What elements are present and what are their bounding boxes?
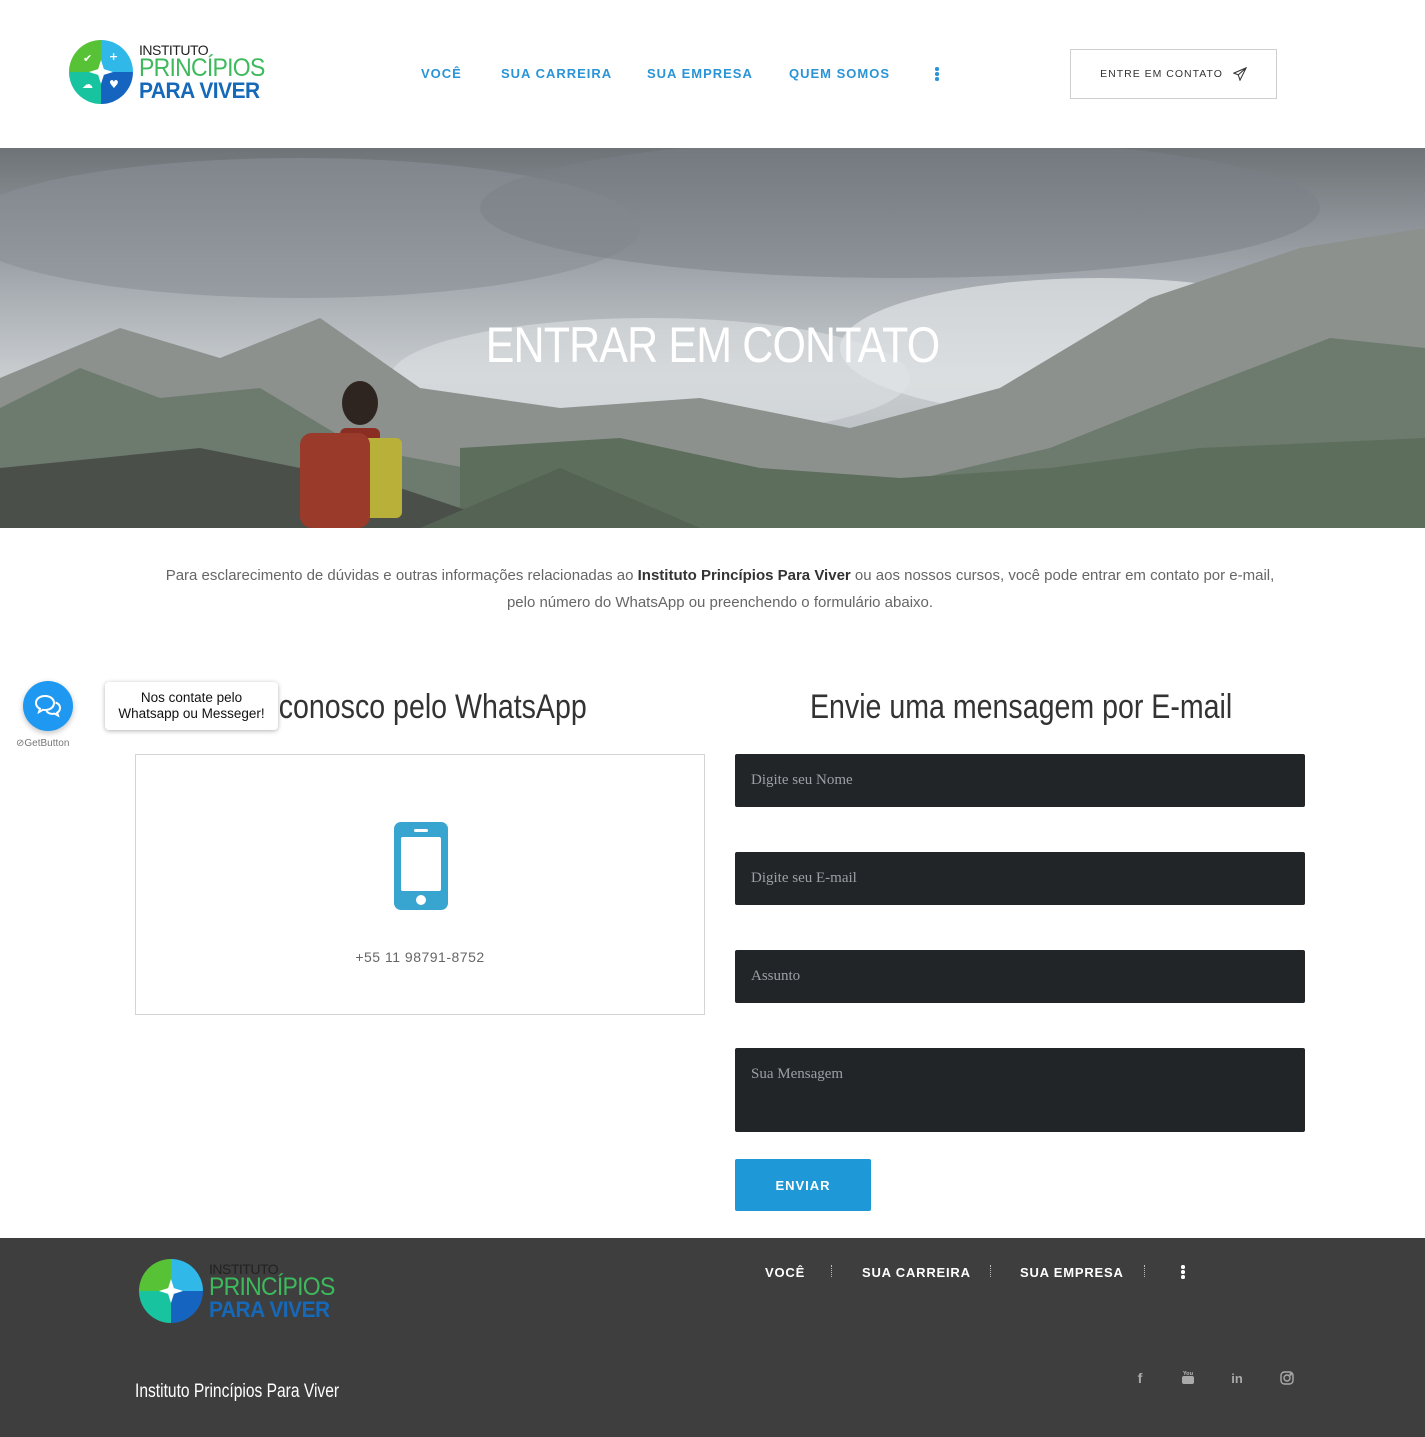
- send-button[interactable]: ENVIAR: [735, 1159, 871, 1211]
- footer-nav-separator: [831, 1265, 832, 1277]
- getbutton-brand-label: GetButton: [24, 738, 70, 749]
- footer-nav-separator: [1144, 1265, 1145, 1277]
- intro-text-strong: Instituto Princípios Para Viver: [637, 567, 851, 584]
- whatsapp-phone-number[interactable]: +55 11 98791-8752: [136, 949, 704, 965]
- paper-plane-icon: [1232, 67, 1247, 81]
- footer-nav-voce[interactable]: VOCÊ: [765, 1265, 805, 1280]
- facebook-icon[interactable]: f: [1130, 1368, 1150, 1388]
- name-input[interactable]: Digite seu Nome: [735, 754, 1305, 807]
- nav-item-quem-somos[interactable]: QUEM SOMOS: [789, 66, 890, 81]
- hero-title: ENTRAR EM CONTATO: [485, 317, 940, 373]
- intro-text: Para esclarecimento de dúvidas e outras …: [120, 562, 1320, 616]
- tooltip-line-1: Nos contate pelo: [140, 690, 243, 705]
- logo-line-3: PARA VIVER: [139, 78, 260, 103]
- footer-nav-sua-carreira[interactable]: SUA CARREIRA: [862, 1265, 971, 1280]
- intro-text-line2: pelo número do WhatsApp ou preenchendo o…: [506, 594, 934, 611]
- footer-more-dots-icon[interactable]: [1181, 1265, 1185, 1280]
- getbutton-chat-button[interactable]: [23, 681, 73, 731]
- youtube-icon[interactable]: You: [1178, 1368, 1198, 1388]
- getbutton-brand[interactable]: ⊘GetButton: [16, 738, 69, 749]
- tooltip-line-2: Whatsapp ou Messeger!: [118, 706, 265, 721]
- footer-logo-badge-icon: [139, 1259, 203, 1323]
- mobile-phone-icon: [394, 822, 448, 910]
- subject-input[interactable]: Assunto: [735, 950, 1305, 1003]
- footer-nav-separator: [990, 1265, 991, 1277]
- footer-nav-sua-empresa[interactable]: SUA EMPRESA: [1020, 1265, 1124, 1280]
- more-menu-dots-icon[interactable]: [935, 67, 939, 82]
- intro-text-before: Para esclarecimento de dúvidas e outras …: [165, 567, 638, 584]
- logo-badge-icon: ✔ + ☁ ♥: [69, 40, 133, 104]
- nav-item-voce[interactable]: VOCÊ: [421, 66, 462, 81]
- email-input[interactable]: Digite seu E-mail: [735, 852, 1305, 905]
- email-heading: Envie uma mensagem por E-mail: [810, 688, 1233, 726]
- chat-bubbles-icon: [34, 694, 62, 718]
- nav-item-sua-empresa[interactable]: SUA EMPRESA: [647, 66, 753, 81]
- instagram-icon[interactable]: [1277, 1368, 1297, 1388]
- getbutton-tooltip: Nos contate pelo Whatsapp ou Messeger!: [105, 682, 278, 730]
- site-header: ✔ + ☁ ♥ INSTITUTO PRINCÍPIOS PARA VIVER …: [0, 0, 1425, 148]
- linkedin-icon[interactable]: in: [1227, 1368, 1247, 1388]
- footer-logo[interactable]: INSTITUTO PRINCÍPIOS PARA VIVER: [139, 1259, 359, 1325]
- intro-text-after: ou aos nossos cursos, você pode entrar e…: [850, 567, 1275, 584]
- svg-text:You: You: [1182, 1371, 1194, 1377]
- contact-button-label: ENTRE EM CONTATO: [1100, 68, 1223, 80]
- whatsapp-card: +55 11 98791-8752: [135, 754, 705, 1015]
- site-logo[interactable]: ✔ + ☁ ♥ INSTITUTO PRINCÍPIOS PARA VIVER: [69, 40, 279, 106]
- site-footer: INSTITUTO PRINCÍPIOS PARA VIVER VOCÊ SUA…: [0, 1238, 1425, 1437]
- contact-button[interactable]: ENTRE EM CONTATO: [1070, 49, 1277, 99]
- nav-item-sua-carreira[interactable]: SUA CARREIRA: [501, 66, 612, 81]
- hero-banner: ENTRAR EM CONTATO: [0, 148, 1425, 528]
- message-textarea[interactable]: Sua Mensagem: [735, 1048, 1305, 1132]
- footer-logo-line-3: PARA VIVER: [209, 1297, 330, 1322]
- footer-institute-name: Instituto Princípios Para Viver: [135, 1381, 340, 1402]
